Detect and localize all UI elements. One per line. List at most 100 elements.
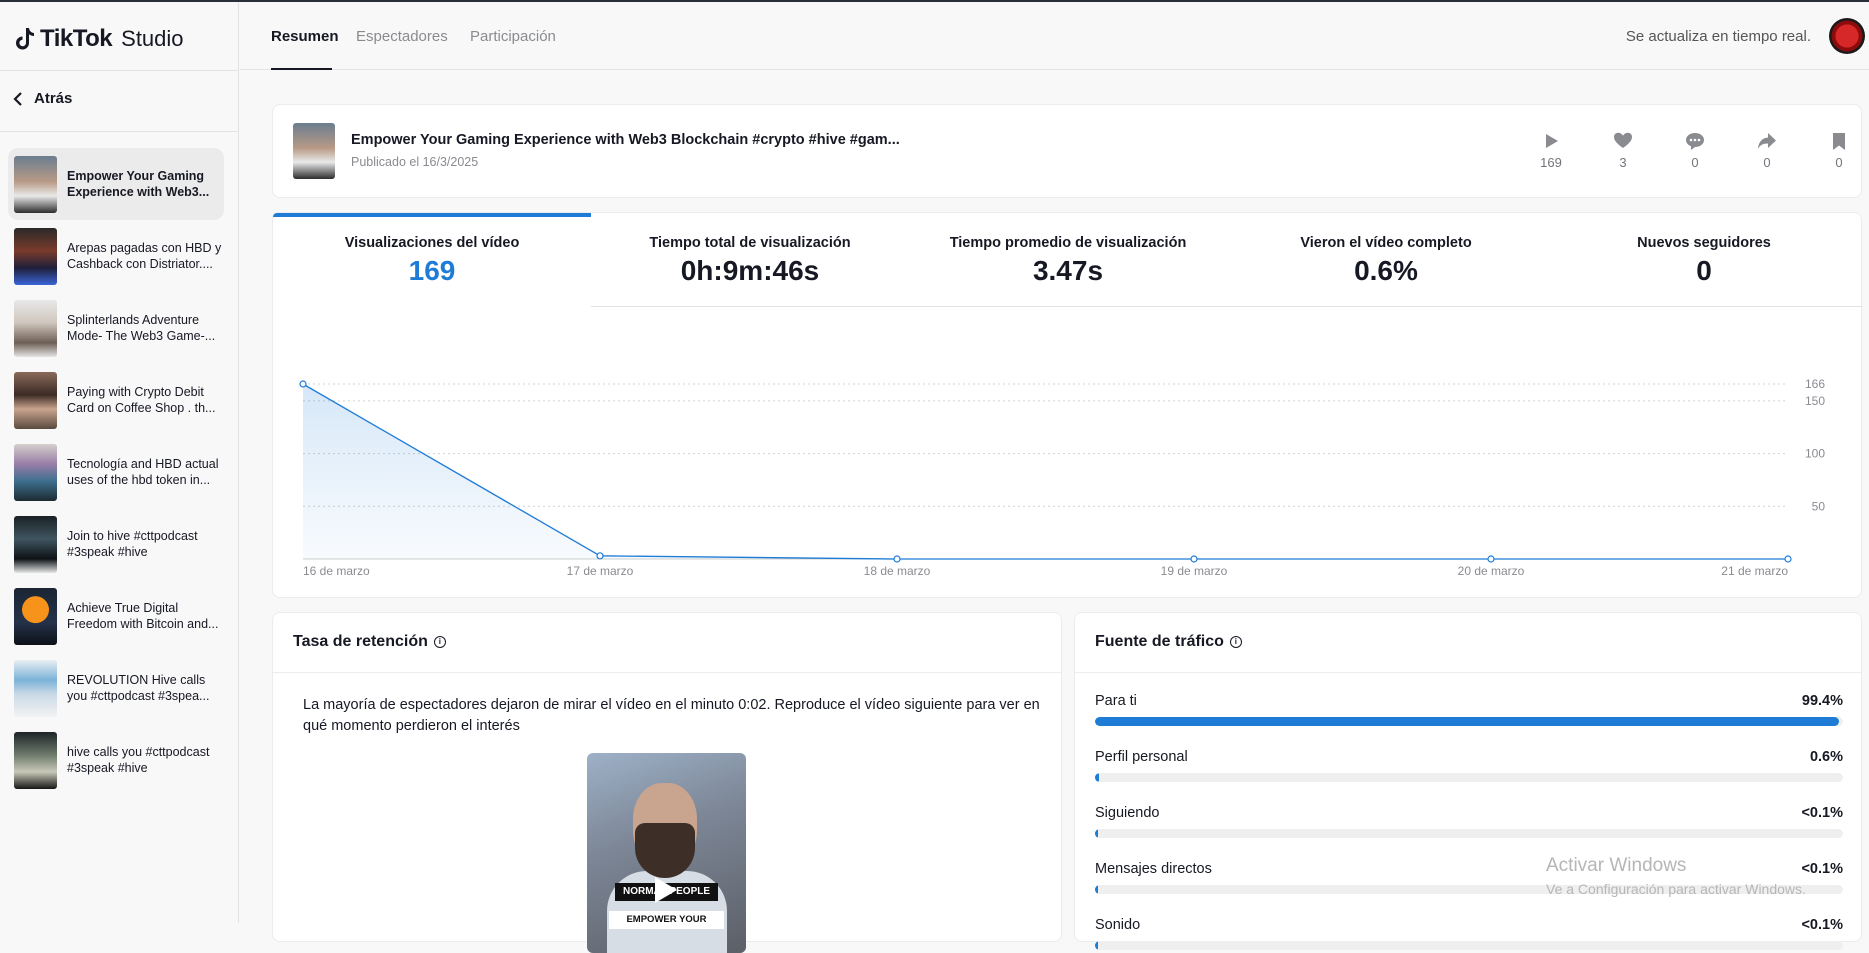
metrics-card: Visualizaciones del vídeo 169 Tiempo tot… [272,212,1863,598]
traffic-label: Mensajes directos [1095,861,1212,877]
video-list-item[interactable]: Paying with Crypto Debit Card on Coffee … [8,364,224,436]
shares-stat: 0 [1747,131,1787,170]
realtime-status: Se actualiza en tiempo real. [1625,28,1811,45]
watermark-line: Ve a Configuración para activar Windows. [1546,881,1806,897]
watermark-line: Activar Windows [1546,855,1687,876]
likes-count: 3 [1619,155,1627,170]
video-list-item[interactable]: Join to hive #cttpodcast #3speak #hive [8,508,224,580]
video-list-item[interactable]: Achieve True Digital Freedom with Bitcoi… [8,580,224,652]
top-tab-bar: Resumen Espectadores Participación Se ac… [240,2,1869,70]
info-icon[interactable]: i [433,636,446,648]
retention-card: Tasa de retención i La mayoría de espect… [272,612,1062,953]
metric-value: 0 [1696,255,1712,286]
tiktok-studio-logo[interactable]: TikTok Studio [12,24,184,54]
divider [591,306,1863,307]
traffic-value: <0.1% [1801,805,1843,821]
video-title: Join to hive #cttpodcast #3speak #hive [67,529,198,559]
y-tick-label: 166 [1805,377,1825,391]
sidebar: TikTok Studio Atrás Empower Your Gaming … [0,2,239,923]
play-icon[interactable] [655,877,677,903]
video-title: Arepas pagadas con HBD y Cashback con Di… [67,241,222,271]
heart-icon [1614,132,1632,148]
video-thumbnail [14,659,57,717]
saves-stat: 0 [1819,131,1859,170]
traffic-title: Fuente de tráfico i [1095,633,1242,651]
publish-date: Publicado el 16/3/2025 [351,155,479,169]
video-list: Empower Your Gaming Experience with Web3… [8,148,224,796]
video-title: hive calls you #cttpodcast #3speak #hive [67,745,210,775]
tab-resumen[interactable]: Resumen [271,28,339,45]
saves-count: 0 [1835,155,1843,170]
metric-value: 3.47s [1032,255,1104,286]
metric-tab-total-watch-time[interactable]: Tiempo total de visualización 0h:9m:46s [591,213,909,307]
retention-title: Tasa de retención i [293,633,446,651]
x-tick-label: 21 de marzo [1721,564,1788,578]
y-tick-label: 150 [1805,394,1825,408]
video-title: Empower Your Gaming Experience with Web3… [67,169,210,199]
video-list-item[interactable]: hive calls you #cttpodcast #3speak #hive [8,724,224,796]
avatar[interactable] [1829,18,1865,54]
windows-activation-watermark: Activar Windows Ve a Configuración para … [1546,855,1806,897]
metric-label: Vieron el vídeo completo [1300,235,1472,251]
progress-track [1095,829,1843,838]
video-list-item[interactable]: Splinterlands Adventure Mode- The Web3 G… [8,292,224,364]
play-icon [1546,134,1558,148]
video-thumbnail [14,443,57,501]
traffic-value: 0.6% [1809,749,1843,765]
divider [0,131,239,132]
metric-tab-full-watch[interactable]: Vieron el vídeo completo 0.6% [1227,213,1545,307]
video-list-item[interactable]: Empower Your Gaming Experience with Web3… [8,148,224,220]
info-icon[interactable]: i [1229,636,1242,648]
video-list-item[interactable]: Arepas pagadas con HBD y Cashback con Di… [8,220,224,292]
video-title: Empower Your Gaming Experience with Web3… [351,132,900,148]
shares-count: 0 [1763,155,1771,170]
data-point [893,555,901,563]
x-tick-label: 20 de marzo [1458,564,1525,578]
progress-fill [1095,941,1098,950]
bookmark-icon [1833,133,1845,150]
tab-espectadores[interactable]: Espectadores [356,28,448,45]
x-tick-label: 17 de marzo [567,564,634,578]
video-thumbnail [14,155,57,213]
comments-stat: 0 [1675,131,1715,170]
x-tick-label: 16 de marzo [303,564,370,578]
metric-tab-avg-watch-time[interactable]: Tiempo promedio de visualización 3.47s [909,213,1227,307]
metric-tab-new-followers[interactable]: Nuevos seguidores 0 [1545,213,1863,307]
progress-fill [1095,773,1100,782]
traffic-label: Para ti [1095,693,1137,709]
traffic-value: 99.4% [1801,693,1843,709]
video-list-item[interactable]: Tecnología and HBD actual uses of the hb… [8,436,224,508]
metric-label: Tiempo promedio de visualización [949,235,1187,251]
likes-stat: 3 [1603,131,1643,170]
video-player[interactable]: NORMAL PEOPLE EMPOWER YOUR [587,753,746,953]
product-name: Studio [121,26,184,51]
back-label: Atrás [34,90,73,107]
area-fill [303,384,1788,559]
brand-name: TikTok [40,25,113,52]
progress-track [1095,941,1843,950]
divider [0,70,239,71]
video-list-item[interactable]: REVOLUTION Hive calls you #cttpodcast #3… [8,652,224,724]
traffic-value: <0.1% [1801,861,1843,877]
video-thumbnail [14,371,57,429]
video-thumbnail [14,731,57,789]
progress-track [1095,717,1843,726]
tab-participacion[interactable]: Participación [470,28,556,45]
progress-track [1095,773,1843,782]
chevron-left-icon [13,91,22,106]
video-thumbnail [14,515,57,573]
card-title: Tasa de retención [293,633,428,650]
y-tick-label: 100 [1805,447,1825,461]
traffic-label: Perfil personal [1095,749,1188,765]
metric-tab-views[interactable]: Visualizaciones del vídeo 169 [273,213,591,307]
metric-label: Visualizaciones del vídeo [344,235,520,251]
video-frame [635,823,695,878]
video-title: Achieve True Digital Freedom with Bitcoi… [67,601,219,631]
x-tick-label: 19 de marzo [1161,564,1228,578]
traffic-label: Sonido [1095,917,1141,933]
comments-count: 0 [1691,155,1699,170]
y-tick-label: 50 [1812,499,1826,513]
data-point [1487,555,1495,563]
metric-value: 0h:9m:46s [680,255,820,286]
back-button[interactable]: Atrás [12,90,72,107]
